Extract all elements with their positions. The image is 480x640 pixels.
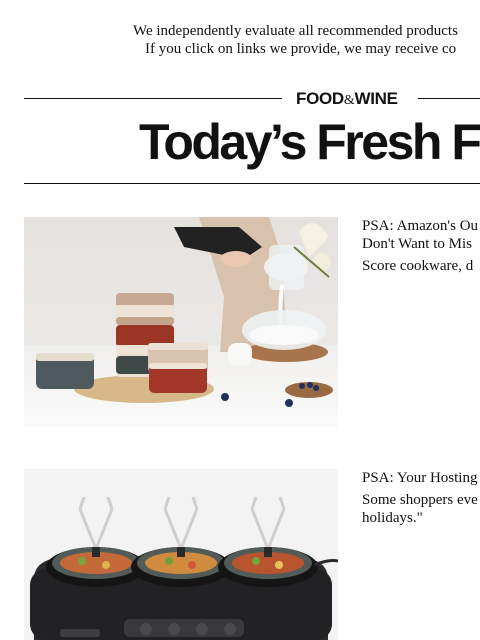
article-1-title-link[interactable]: PSA: Amazon's Ou Don't Want to Mis bbox=[362, 217, 480, 253]
brand-logo-link[interactable]: FOOD&WINE bbox=[296, 89, 398, 111]
brand-logo-part2: WINE bbox=[354, 89, 398, 108]
brand-logo-part1: FOOD bbox=[296, 89, 344, 108]
article-1-text: PSA: Amazon's Ou Don't Want to Mis Score… bbox=[362, 217, 480, 275]
article-1-image-link[interactable] bbox=[24, 217, 338, 427]
disclaimer-line-2: If you click on links we provide, we may… bbox=[145, 41, 457, 57]
article-2-image bbox=[24, 469, 338, 640]
article-2-title-link[interactable]: PSA: Your Hosting bbox=[362, 469, 480, 487]
brand-header: FOOD&WINE bbox=[24, 89, 480, 109]
article-2-description-line-2: holidays." bbox=[362, 510, 423, 526]
article-2-description-line-1: Some shoppers eve bbox=[362, 492, 478, 508]
article-2-description: Some shoppers eve holidays." bbox=[362, 491, 480, 527]
article-1-description: Score cookware, d bbox=[362, 258, 474, 274]
article-1-title-line-2: Don't Want to Mis bbox=[362, 236, 472, 252]
disclaimer-line-1: We independently evaluate all recommende… bbox=[133, 23, 458, 39]
divider-left bbox=[24, 98, 282, 99]
divider-right bbox=[418, 98, 480, 99]
article-1-title-line-1: PSA: Amazon's Ou bbox=[362, 218, 479, 234]
article-1-image bbox=[24, 217, 338, 427]
title-divider bbox=[24, 183, 480, 184]
brand-logo-amp: & bbox=[343, 93, 355, 108]
article-2-image-link[interactable] bbox=[24, 469, 338, 640]
article-2-text: PSA: Your Hosting Some shoppers eve holi… bbox=[362, 469, 480, 527]
newsletter-title: Today’s Fresh Fi bbox=[139, 114, 480, 170]
article-2-title-line-1: PSA: Your Hosting bbox=[362, 470, 478, 486]
